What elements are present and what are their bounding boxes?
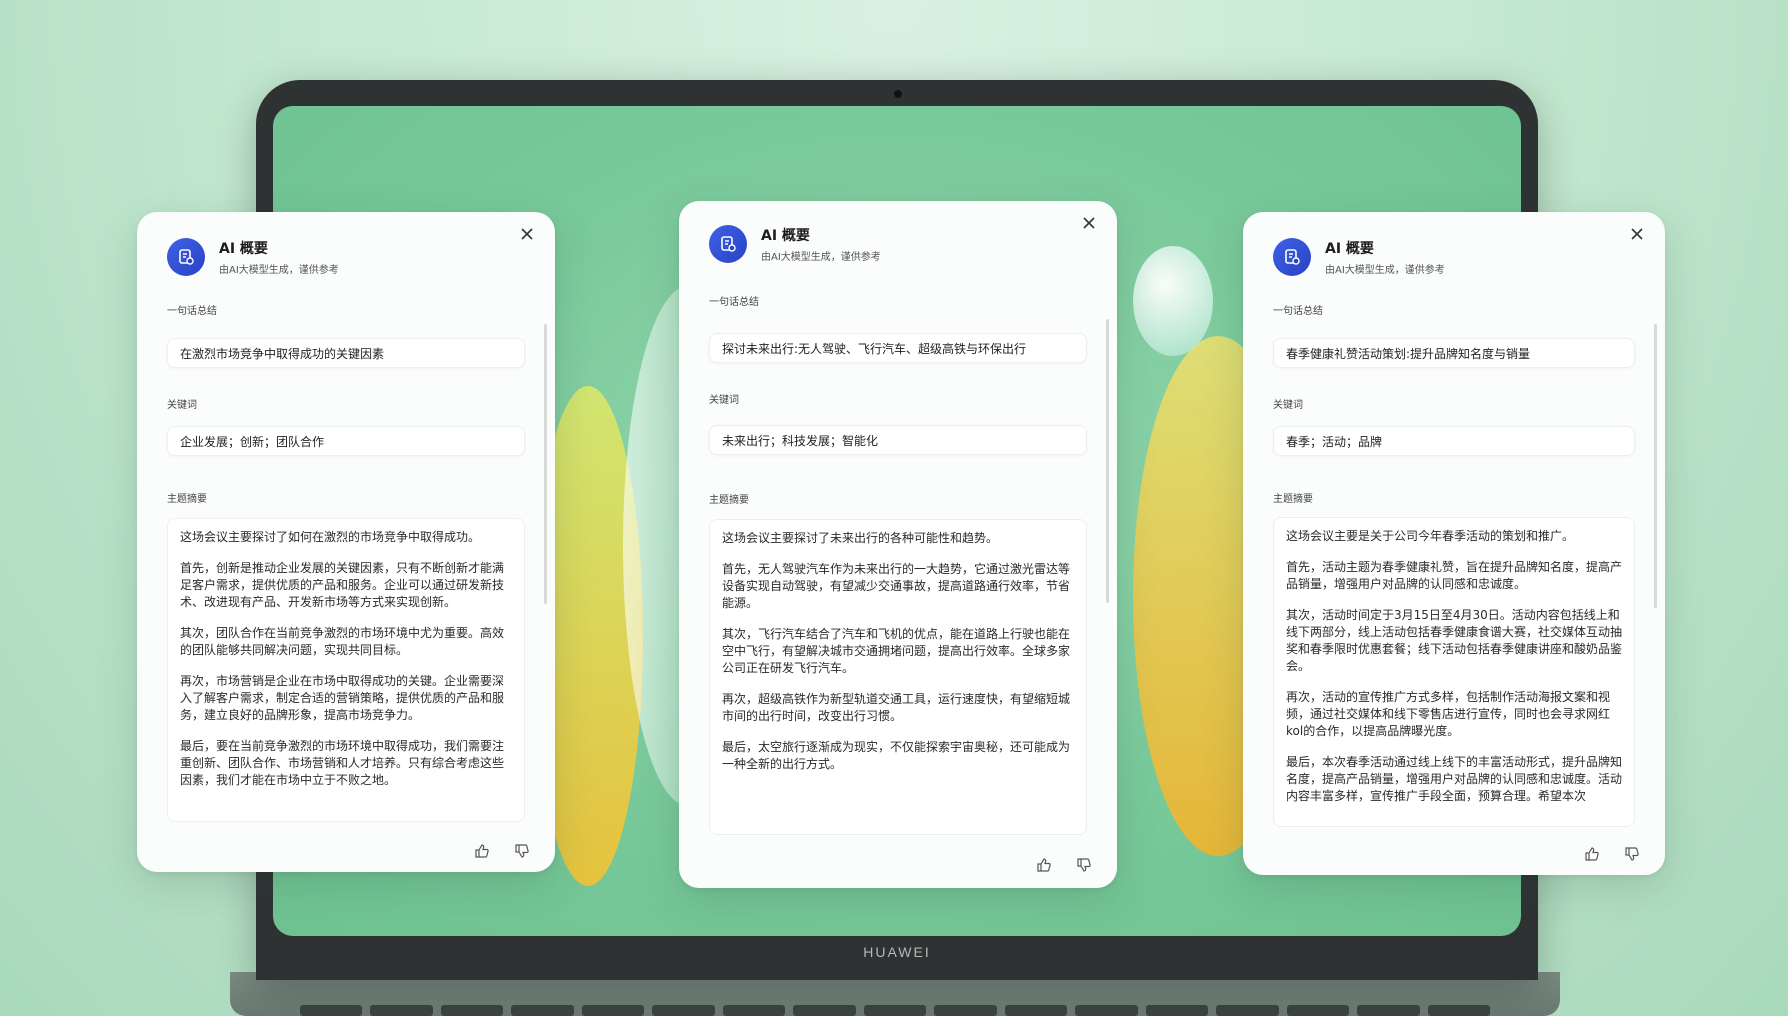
summary-paragraph: 再次，超级高铁作为新型轨道交通工具，运行速度快，有望缩短城市间的出行时间，改变出… [722,692,1071,723]
keywords-label: 关键词 [1273,400,1303,411]
thumbs-down-button[interactable] [513,842,531,860]
keywords-label: 关键词 [709,395,739,406]
thumbs-up-button[interactable] [1035,856,1053,874]
summary-paragraph: 首先，创新是推动企业发展的关键因素，只有不断创新才能满足客户需求，提供优质的产品… [180,561,505,609]
panel-subtitle: 由AI大模型生成，谨供参考 [219,265,339,276]
ai-summary-icon [167,238,205,276]
ai-summary-icon [709,225,747,263]
panel-header: AI 概要 由AI大模型生成，谨供参考 [1273,238,1445,276]
panel-title: AI 概要 [1325,241,1374,257]
summary-paragraph: 首先，无人驾驶汽车作为未来出行的一大趋势，它通过激光雷达等设备实现自动驾驶，有望… [722,562,1071,610]
summary-paragraph: 其次，飞行汽车结合了汽车和飞机的优点，能在道路上行驶也能在空中飞行，有望解决城市… [722,627,1071,675]
panel-subtitle: 由AI大模型生成，谨供参考 [1325,265,1445,276]
summary-box[interactable]: 这场会议主要探讨了如何在激烈的市场竞争中取得成功。 首先，创新是推动企业发展的关… [167,518,525,822]
close-icon [1631,228,1643,240]
panel-title: AI 概要 [761,228,810,244]
close-button[interactable] [1625,222,1649,246]
close-button[interactable] [1077,211,1101,235]
thumbs-down-button[interactable] [1623,845,1641,863]
thumbs-down-button[interactable] [1075,856,1093,874]
summary-box[interactable]: 这场会议主要探讨了未来出行的各种可能性和趋势。 首先，无人驾驶汽车作为未来出行的… [709,519,1087,835]
summary-label: 主题摘要 [1273,494,1313,505]
panel-header: AI 概要 由AI大模型生成，谨供参考 [709,225,881,263]
close-icon [521,228,533,240]
keyboard-row [300,1005,1490,1016]
ai-summary-icon [1273,238,1311,276]
sentence-field: 探讨未来出行:无人驾驶、飞行汽车、超级高铁与环保出行 [709,333,1087,363]
feedback-group [1035,856,1093,874]
scrollbar[interactable] [1654,324,1657,608]
thumbs-up-button[interactable] [473,842,491,860]
thumbs-down-icon [1077,858,1091,872]
summary-label: 主题摘要 [167,494,207,505]
summary-paragraph: 其次，活动时间定于3月15日至4月30日。活动内容包括线上和线下两部分，线上活动… [1286,608,1623,673]
scrollbar[interactable] [1106,319,1109,603]
summary-box[interactable]: 这场会议主要是关于公司今年春季活动的策划和推广。 首先，活动主题为春季健康礼赞，… [1273,517,1635,827]
feedback-group [473,842,531,860]
thumbs-up-icon [1585,847,1599,861]
panel-header: AI 概要 由AI大模型生成，谨供参考 [167,238,339,276]
wallpaper-shape [1133,246,1213,356]
camera-icon [894,90,902,98]
summary-paragraph: 其次，团队合作在当前竞争激烈的市场环境中尤为重要。高效的团队能够共同解决问题，实… [180,626,505,657]
scrollbar[interactable] [544,324,547,604]
summary-paragraph: 最后，太空旅行逐渐成为现实，不仅能探索宇宙奥秘，还可能成为一种全新的出行方式。 [722,740,1071,771]
sentence-label: 一句话总结 [167,306,217,317]
thumbs-up-button[interactable] [1583,845,1601,863]
keywords-field: 企业发展；创新；团队合作 [167,426,525,456]
ai-summary-panel-center: AI 概要 由AI大模型生成，谨供参考 一句话总结 探讨未来出行:无人驾驶、飞行… [679,201,1117,888]
keywords-field: 未来出行；科技发展；智能化 [709,425,1087,455]
sentence-label: 一句话总结 [1273,306,1323,317]
summary-paragraph: 最后，本次春季活动通过线上线下的丰富活动形式，提升品牌知名度，提高产品销量，增强… [1286,755,1623,803]
close-button[interactable] [515,222,539,246]
thumbs-up-icon [1037,858,1051,872]
summary-paragraph: 这场会议主要探讨了未来出行的各种可能性和趋势。 [722,531,999,545]
ai-summary-panel-left: AI 概要 由AI大模型生成，谨供参考 一句话总结 在激烈市场竞争中取得成功的关… [137,212,555,872]
ai-summary-panel-right: AI 概要 由AI大模型生成，谨供参考 一句话总结 春季健康礼赞活动策划:提升品… [1243,212,1665,875]
summary-paragraph: 这场会议主要是关于公司今年春季活动的策划和推广。 [1286,529,1575,543]
panel-subtitle: 由AI大模型生成，谨供参考 [761,252,881,263]
keywords-label: 关键词 [167,400,197,411]
summary-paragraph: 首先，活动主题为春季健康礼赞，旨在提升品牌知名度，提高产品销量，增强用户对品牌的… [1286,560,1623,591]
feedback-group [1583,845,1641,863]
panel-title: AI 概要 [219,241,268,257]
sentence-field: 春季健康礼赞活动策划:提升品牌知名度与销量 [1273,338,1635,368]
close-icon [1083,217,1095,229]
keywords-field: 春季；活动；品牌 [1273,426,1635,456]
sentence-field: 在激烈市场竞争中取得成功的关键因素 [167,338,525,368]
thumbs-down-icon [1625,847,1639,861]
summary-label: 主题摘要 [709,495,749,506]
summary-paragraph: 这场会议主要探讨了如何在激烈的市场竞争中取得成功。 [180,530,481,544]
thumbs-down-icon [515,844,529,858]
thumbs-up-icon [475,844,489,858]
summary-paragraph: 最后，要在当前竞争激烈的市场环境中取得成功，我们需要注重创新、团队合作、市场营销… [180,739,505,787]
summary-paragraph: 再次，市场营销是企业在市场中取得成功的关键。企业需要深入了解客户需求，制定合适的… [180,674,505,722]
summary-paragraph: 再次，活动的宣传推广方式多样，包括制作活动海报文案和视频，通过社交媒体和线下零售… [1286,690,1611,738]
brand-label: HUAWEI [863,944,931,960]
sentence-label: 一句话总结 [709,297,759,308]
